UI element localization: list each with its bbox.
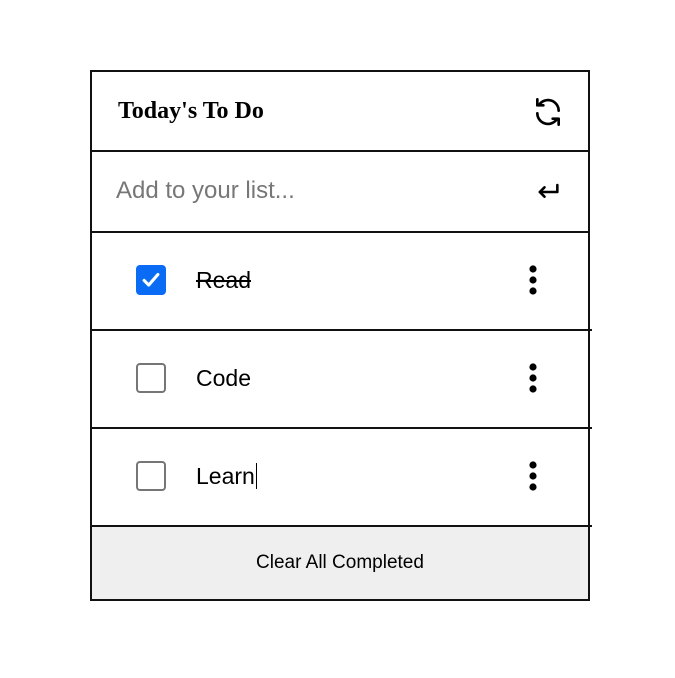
- clear-completed-label: Clear All Completed: [256, 552, 424, 573]
- item-checkbox[interactable]: [136, 363, 166, 393]
- page-title: Today's To Do: [118, 98, 264, 124]
- refresh-icon: [536, 98, 560, 126]
- checkmark-icon: [142, 272, 160, 287]
- item-label[interactable]: Read: [196, 266, 251, 294]
- item-menu-button[interactable]: [524, 460, 542, 492]
- submit-item-button[interactable]: [534, 178, 562, 206]
- item-menu-button[interactable]: [524, 264, 542, 296]
- todo-item: Code: [92, 331, 592, 429]
- item-checkbox[interactable]: [136, 265, 166, 295]
- text-cursor: [255, 463, 258, 489]
- more-vertical-icon: [529, 363, 537, 393]
- add-item-input[interactable]: [116, 174, 516, 208]
- item-label[interactable]: Code: [196, 364, 251, 392]
- todo-item: Read: [92, 233, 592, 331]
- item-label-editing[interactable]: Learn: [196, 462, 258, 490]
- todo-header: Today's To Do: [92, 72, 588, 152]
- add-item-row: [92, 152, 588, 233]
- refresh-button[interactable]: [532, 96, 564, 128]
- todo-card: Today's To Do Read: [90, 70, 592, 601]
- todo-item: Learn: [92, 429, 592, 527]
- clear-completed-button[interactable]: Clear All Completed: [92, 527, 588, 599]
- item-menu-button[interactable]: [524, 362, 542, 394]
- enter-return-icon: [538, 183, 559, 198]
- more-vertical-icon: [529, 265, 537, 295]
- more-vertical-icon: [529, 461, 537, 491]
- item-label-text: Learn: [196, 463, 255, 489]
- item-checkbox[interactable]: [136, 461, 166, 491]
